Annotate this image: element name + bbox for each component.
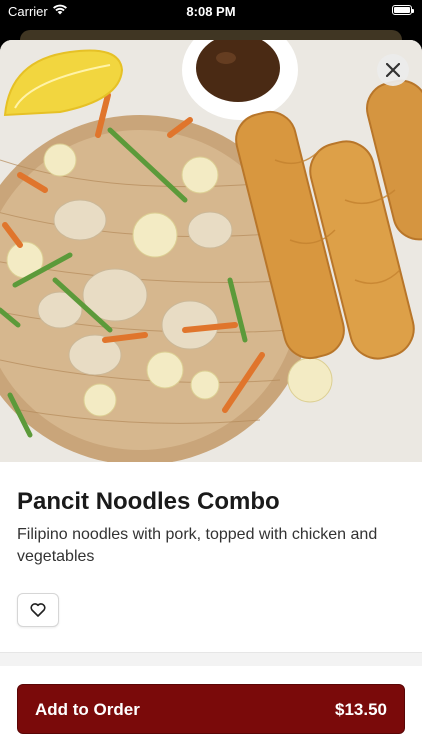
item-price: $13.50 [335, 700, 387, 719]
order-footer: Add to Order $13.50 [0, 666, 422, 750]
add-to-order-button[interactable]: Add to Order $13.50 [17, 684, 405, 734]
battery-icon [392, 5, 414, 15]
item-detail-sheet: Pancit Noodles Combo Filipino noodles wi… [0, 40, 422, 750]
clock: 8:08 PM [186, 4, 236, 19]
close-button[interactable] [377, 54, 409, 86]
favorite-button[interactable] [17, 593, 59, 627]
add-to-order-label: Add to Order [35, 700, 140, 719]
section-divider [0, 652, 422, 667]
item-title: Pancit Noodles Combo [17, 488, 280, 515]
heart-icon [30, 603, 46, 617]
item-photo [0, 40, 422, 462]
item-description: Filipino noodles with pork, topped with … [17, 526, 378, 565]
close-icon [386, 63, 400, 77]
status-bar: Carrier 8:08 PM [0, 0, 422, 22]
